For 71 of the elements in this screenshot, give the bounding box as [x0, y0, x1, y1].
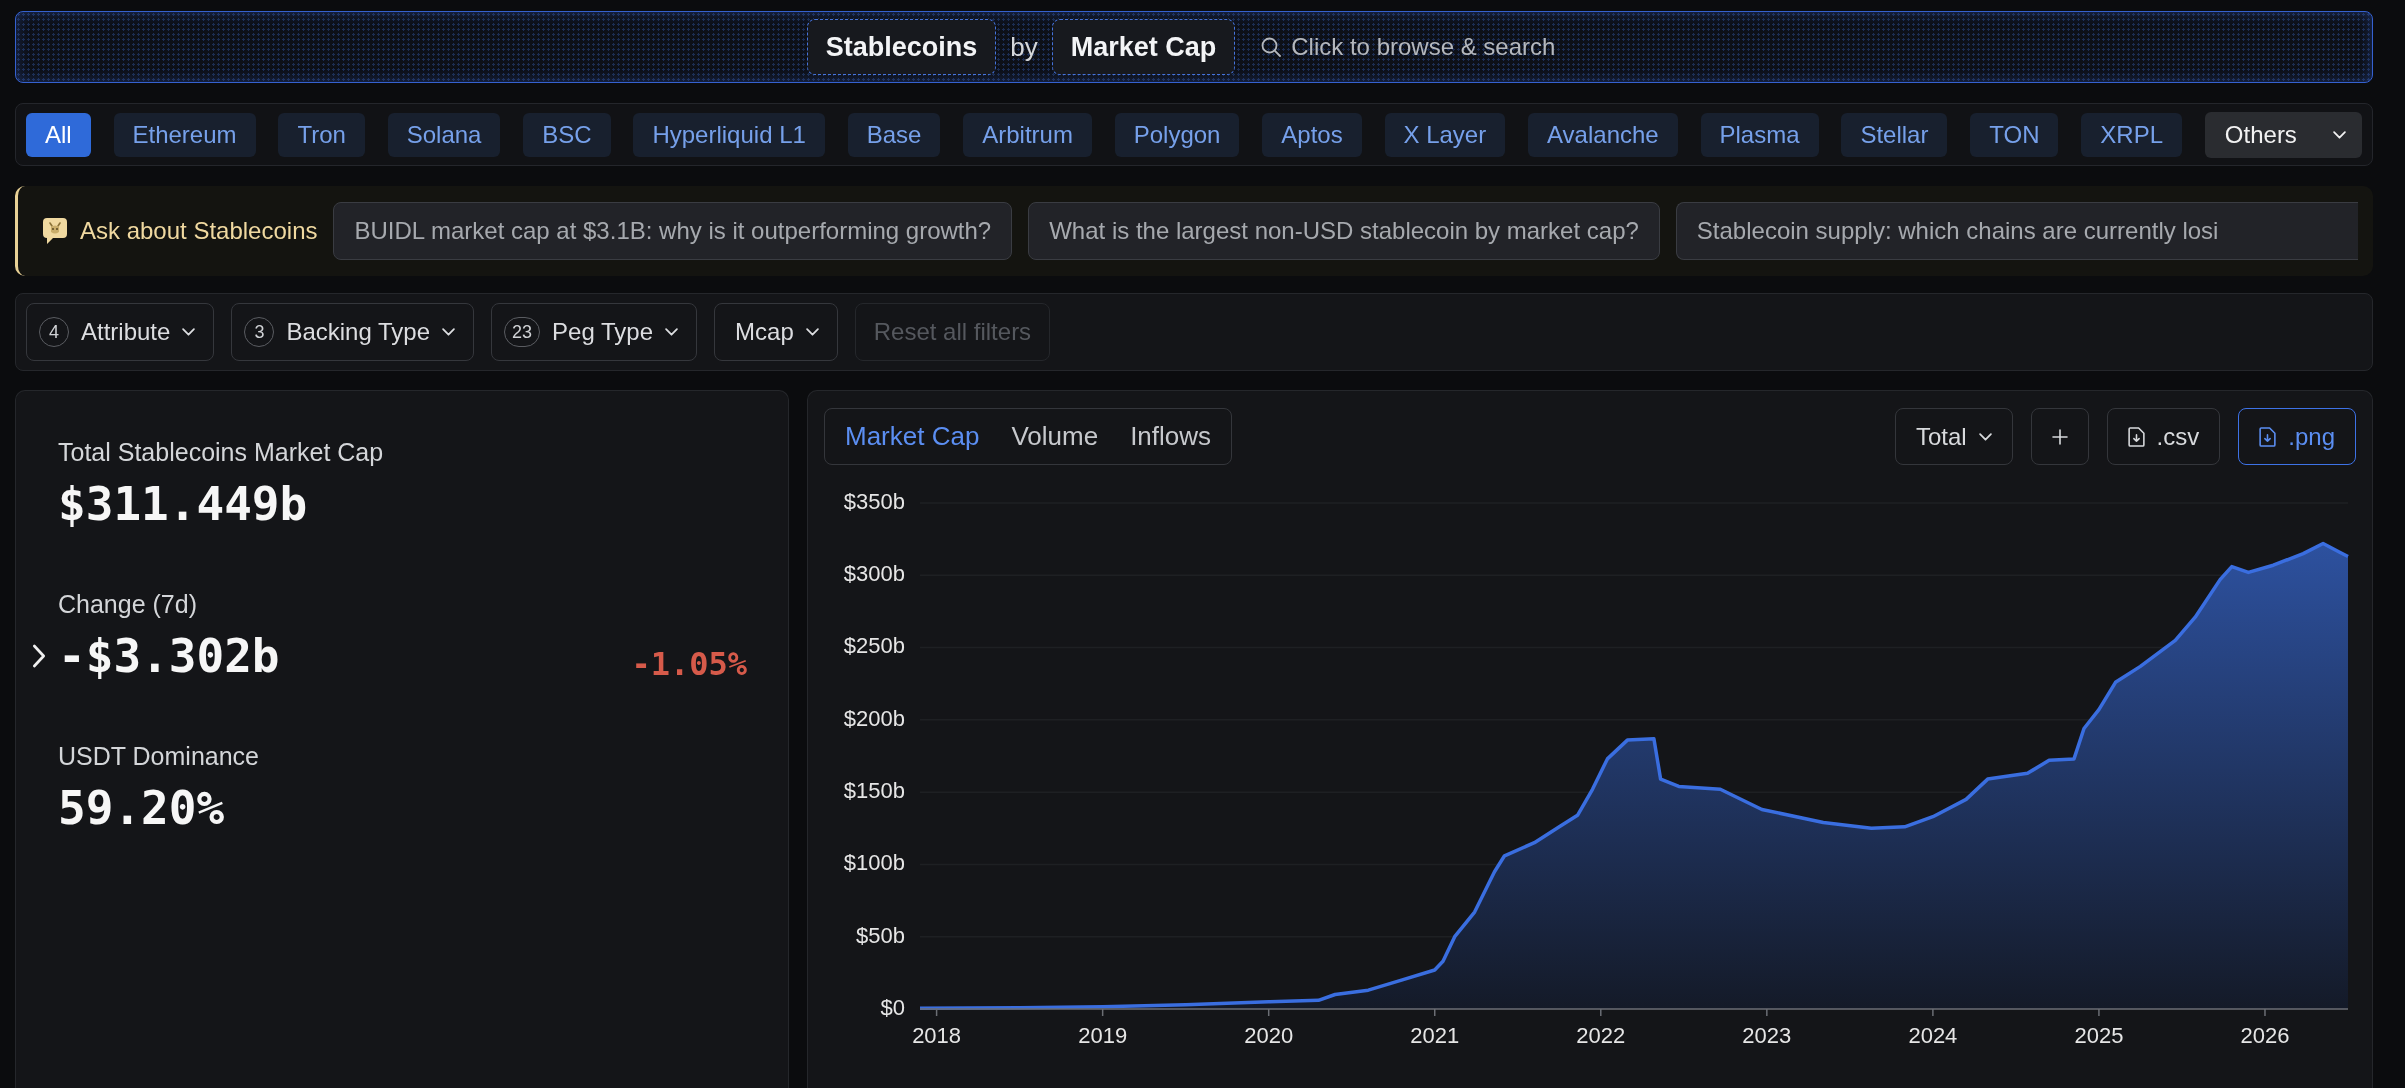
- x-axis-label: 2026: [2240, 1022, 2290, 1048]
- plus-icon: [2051, 428, 2068, 445]
- filter-dropdown[interactable]: 23 Peg Type: [491, 303, 698, 361]
- chevron-down-icon: [665, 328, 679, 336]
- change-percent: -1.05%: [631, 645, 747, 683]
- y-axis-label: $250b: [843, 633, 905, 659]
- speech-bubble-icon: [42, 217, 68, 245]
- chain-tab[interactable]: Tron: [278, 112, 365, 157]
- x-axis-label: 2023: [1742, 1022, 1792, 1048]
- y-axis-label: $350b: [843, 488, 905, 514]
- chain-tab[interactable]: Avalanche: [1528, 112, 1678, 157]
- search-field[interactable]: Click to browse & search: [1291, 33, 1582, 61]
- ask-title: Ask about Stablecoins: [80, 217, 318, 245]
- chain-tab[interactable]: Solana: [387, 112, 501, 157]
- x-axis-label: 2022: [1576, 1022, 1626, 1048]
- x-axis-label: 2024: [1908, 1022, 1958, 1048]
- download-button[interactable]: .png: [2238, 408, 2356, 465]
- chain-tab[interactable]: All: [26, 112, 91, 157]
- filter-dropdown[interactable]: 4 Attribute: [26, 303, 215, 361]
- chain-tab[interactable]: Ethereum: [113, 112, 256, 157]
- chevron-down-icon: [805, 328, 819, 336]
- y-axis-label: $150b: [843, 777, 905, 803]
- chevron-right-icon[interactable]: [32, 644, 46, 668]
- chart-tab[interactable]: Market Cap: [829, 409, 996, 464]
- stat-value: $311.449b: [58, 477, 308, 531]
- series-dropdown[interactable]: Total: [1894, 408, 2013, 465]
- chevron-down-icon: [442, 328, 456, 336]
- chain-tab[interactable]: Base: [847, 112, 941, 157]
- x-axis-label: 2025: [2074, 1022, 2124, 1048]
- file-download-icon: [2127, 426, 2145, 447]
- suggested-question[interactable]: Stablecoin supply: which chains are currently losi: [1675, 202, 2358, 260]
- search-icon: [1261, 37, 1282, 57]
- file-download-icon: [2259, 426, 2277, 447]
- stat-label: Change (7d): [58, 589, 198, 619]
- y-axis-label: $50b: [856, 922, 905, 948]
- chain-tab[interactable]: Aptos: [1262, 112, 1362, 157]
- filter-dropdown[interactable]: 3 Backing Type: [231, 303, 475, 361]
- chart-tab[interactable]: Volume: [995, 409, 1115, 464]
- suggested-question[interactable]: What is the largest non-USD stablecoin by market cap?: [1028, 202, 1660, 260]
- stat-label: Total Stablecoins Market Cap: [58, 437, 385, 467]
- more-chains-dropdown[interactable]: Others: [2204, 111, 2362, 158]
- chain-tab[interactable]: Arbitrum: [963, 112, 1092, 157]
- stat-value: 59.20%: [58, 781, 225, 835]
- chain-tab[interactable]: XRPL: [2081, 112, 2182, 157]
- chevron-down-icon: [1978, 432, 1992, 441]
- y-axis-label: $200b: [843, 705, 905, 731]
- connector-text: by: [1010, 31, 1038, 63]
- chain-tab[interactable]: Stellar: [1841, 112, 1948, 157]
- stat-value: -$3.302b: [58, 629, 280, 683]
- y-axis-label: $0: [880, 994, 905, 1020]
- y-axis-label: $300b: [843, 561, 905, 587]
- download-button[interactable]: .csv: [2106, 408, 2221, 465]
- suggested-question[interactable]: BUIDL market cap at $3.1B: why is it outperforming growth?: [333, 202, 1013, 260]
- chain-tab[interactable]: Hyperliquid L1: [633, 112, 825, 157]
- chevron-down-icon: [2332, 130, 2346, 139]
- metric-selector[interactable]: Market Cap: [1051, 19, 1236, 75]
- chain-tab[interactable]: BSC: [523, 112, 611, 157]
- chart-tab[interactable]: Inflows: [1114, 409, 1228, 464]
- chain-tab[interactable]: X Layer: [1384, 112, 1506, 157]
- category-selector[interactable]: Stablecoins: [806, 19, 997, 75]
- chain-tab[interactable]: TON: [1970, 112, 2059, 157]
- x-axis-label: 2018: [912, 1022, 962, 1048]
- x-axis-label: 2019: [1078, 1022, 1128, 1048]
- chain-tab[interactable]: Plasma: [1700, 112, 1819, 157]
- chain-tab[interactable]: Polygon: [1114, 112, 1240, 157]
- filter-dropdown[interactable]: Mcap: [714, 303, 838, 361]
- chevron-down-icon: [182, 328, 196, 336]
- x-axis-label: 2020: [1244, 1022, 1294, 1048]
- x-axis-label: 2021: [1410, 1022, 1460, 1048]
- stat-label: USDT Dominance: [58, 741, 260, 771]
- y-axis-label: $100b: [843, 850, 905, 876]
